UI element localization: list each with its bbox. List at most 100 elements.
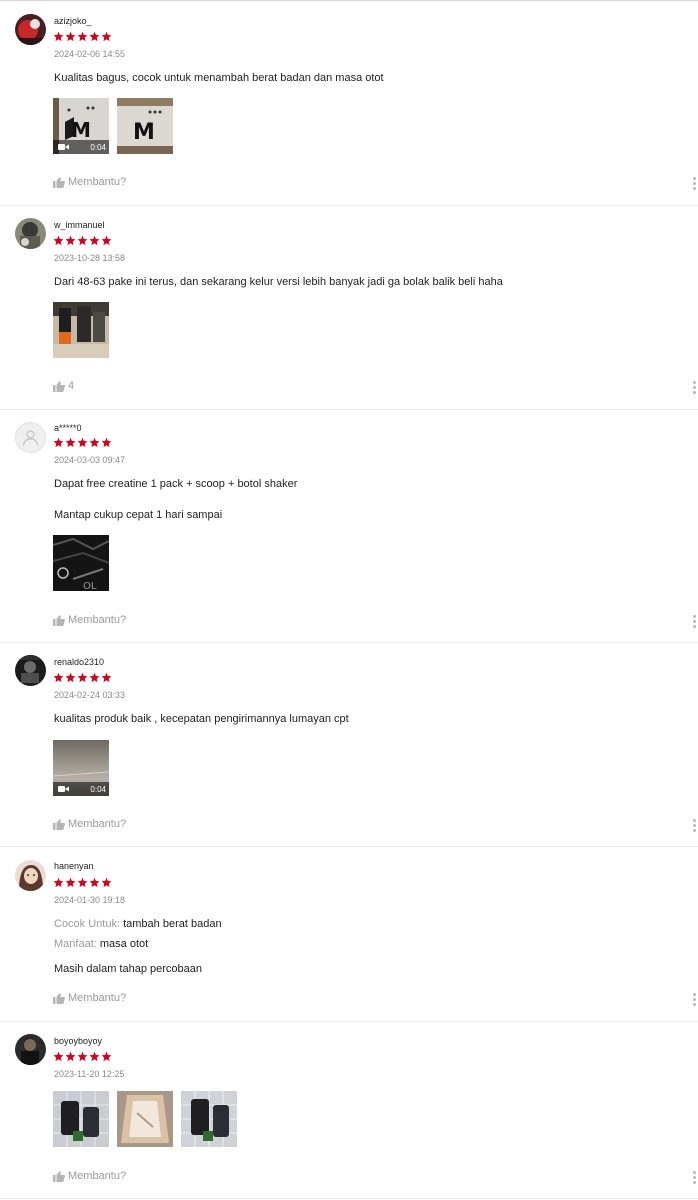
svg-text:M: M [71, 118, 91, 142]
star-rating [53, 437, 112, 449]
star-rating [53, 1051, 112, 1063]
star-rating [53, 235, 112, 247]
star-rating [53, 672, 112, 684]
helpful-button[interactable]: Membantu? [53, 1170, 126, 1182]
review-image-thumbnail[interactable] [181, 1091, 237, 1147]
review-text: Masih dalam tahap percobaan [54, 963, 202, 975]
review-date: 2024-02-24 03:33 [54, 690, 126, 700]
star-icon [77, 877, 88, 888]
attribute-label: Cocok Untuk: [54, 918, 121, 930]
more-options-icon[interactable] [692, 993, 696, 1006]
helpful-label: Membantu? [68, 992, 127, 1004]
more-options-icon[interactable] [692, 1171, 696, 1184]
review-item: hanenyan 2024-01-30 19:18 Cocok Untuk: t… [0, 847, 698, 1022]
review-attribute: Cocok Untuk: tambah berat badan [54, 918, 222, 930]
star-icon [53, 31, 64, 42]
review-date: 2023-11-20 12:25 [54, 1069, 125, 1079]
video-overlay: 0:04 [53, 140, 109, 154]
star-icon [77, 672, 88, 683]
svg-text:OL: OL [83, 581, 97, 591]
review-date: 2024-02-06 14:55 [54, 49, 126, 59]
reviewer-username[interactable]: w_immanuel [54, 220, 105, 230]
star-icon [101, 31, 112, 42]
review-item: boyoyboyoy 2023-11-20 12:25 Membantu? [0, 1022, 698, 1199]
helpful-button[interactable]: 4 [53, 380, 74, 392]
avatar[interactable] [15, 655, 46, 686]
review-video-thumbnail[interactable]: M 0:04 [53, 98, 109, 154]
helpful-button[interactable]: Membantu? [53, 818, 126, 830]
review-date: 2024-01-30 19:18 [54, 895, 126, 905]
review-image-thumbnail[interactable]: OL [53, 535, 109, 591]
video-camera-icon [58, 786, 69, 792]
avatar[interactable] [15, 860, 46, 891]
star-icon [53, 437, 64, 448]
star-icon [89, 235, 100, 246]
thumbs-up-icon [53, 818, 65, 830]
reviewer-username[interactable]: azizjoko_ [54, 16, 92, 26]
avatar[interactable] [15, 1034, 46, 1065]
star-icon [101, 235, 112, 246]
review-video-thumbnail[interactable]: 0:04 [53, 740, 109, 796]
review-image-thumbnail[interactable] [117, 1091, 173, 1147]
helpful-label: Membantu? [68, 818, 127, 830]
star-icon [53, 672, 64, 683]
helpful-button[interactable]: Membantu? [53, 992, 126, 1004]
reviewer-username[interactable]: boyoyboyoy [54, 1036, 102, 1046]
star-icon [65, 1051, 76, 1062]
video-duration: 0:04 [90, 784, 106, 794]
helpful-button[interactable]: Membantu? [53, 614, 126, 626]
star-icon [89, 437, 100, 448]
helpful-count: 4 [68, 380, 75, 392]
star-icon [77, 1051, 88, 1062]
reviewer-username[interactable]: renaldo2310 [54, 657, 104, 667]
star-icon [89, 672, 100, 683]
more-options-icon[interactable] [692, 381, 696, 394]
thumbs-up-icon [53, 176, 65, 188]
review-item: azizjoko_ 2024-02-06 14:55 Kualitas bagu… [0, 1, 698, 206]
more-options-icon[interactable] [692, 819, 696, 832]
star-icon [101, 1051, 112, 1062]
review-item: a*****0 2024-03-03 09:47 Dapat free crea… [0, 410, 698, 643]
reviewer-username[interactable]: hanenyan [54, 861, 94, 871]
star-icon [65, 235, 76, 246]
media-row [53, 1091, 237, 1147]
avatar[interactable] [15, 422, 46, 453]
avatar[interactable] [15, 218, 46, 249]
more-options-icon[interactable] [692, 177, 696, 190]
review-text: kualitas produk baik , kecepatan pengiri… [54, 713, 349, 725]
review-item: w_immanuel 2023-10-28 13:58 Dari 48-63 p… [0, 206, 698, 410]
thumbs-up-icon [53, 1170, 65, 1182]
media-row: M 0:04 M [53, 98, 173, 154]
helpful-label: Membantu? [68, 176, 127, 188]
attribute-label: Manfaat: [54, 938, 97, 950]
star-icon [89, 877, 100, 888]
thumbs-up-icon [53, 380, 65, 392]
avatar[interactable] [15, 14, 46, 45]
review-date: 2024-03-03 09:47 [54, 455, 126, 465]
review-date: 2023-10-28 13:58 [54, 253, 126, 263]
thumbs-up-icon [53, 992, 65, 1004]
review-text: Dari 48-63 pake ini terus, dan sekarang … [54, 276, 503, 288]
more-options-icon[interactable] [692, 615, 696, 628]
thumbs-up-icon [53, 614, 65, 626]
helpful-label: Membantu? [68, 1170, 127, 1182]
star-icon [89, 1051, 100, 1062]
review-item: renaldo2310 2024-02-24 03:33 kualitas pr… [0, 643, 698, 847]
attribute-value: masa otot [99, 938, 149, 950]
star-rating [53, 31, 112, 43]
media-row [53, 302, 109, 358]
attribute-value: tambah berat badan [123, 918, 222, 930]
helpful-button[interactable]: Membantu? [53, 176, 126, 188]
review-image-thumbnail[interactable]: M [117, 98, 173, 154]
helpful-label: Membantu? [68, 614, 127, 626]
media-row: 0:04 [53, 740, 109, 796]
review-image-thumbnail[interactable] [53, 1091, 109, 1147]
star-icon [77, 235, 88, 246]
review-image-thumbnail[interactable] [53, 302, 109, 358]
star-icon [77, 31, 88, 42]
star-icon [65, 877, 76, 888]
star-icon [53, 1051, 64, 1062]
star-icon [101, 672, 112, 683]
video-duration: 0:04 [90, 142, 106, 152]
reviewer-username[interactable]: a*****0 [54, 423, 82, 433]
